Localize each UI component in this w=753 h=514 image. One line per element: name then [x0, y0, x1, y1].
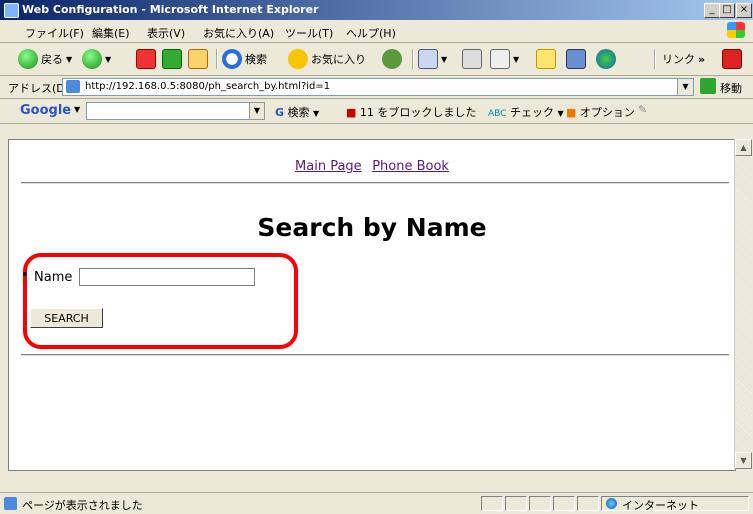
google-search-button[interactable]: G 検索 ▼	[275, 104, 319, 120]
favorites-label: お気に入り	[311, 53, 366, 66]
google-search-input[interactable]	[86, 102, 250, 120]
windows-logo-icon	[727, 22, 745, 38]
bullet: •	[21, 268, 29, 283]
refresh-button[interactable]	[162, 47, 182, 71]
menu-bar: ファイル(F) 編集(E) 表示(V) お気に入り(A) ツール(T) ヘルプ(…	[0, 20, 753, 43]
minimize-button[interactable]: _	[704, 3, 720, 18]
back-arrow-icon	[18, 49, 38, 69]
menu-edit[interactable]: 編集(E)	[92, 25, 130, 41]
go-arrow-icon[interactable]	[700, 78, 716, 94]
popup-blocker-label: 11 をブロックしました	[359, 106, 477, 119]
address-bar: アドレス(D) http://192.168.0.5:8080/ph_searc…	[0, 76, 753, 99]
status-page-icon	[4, 497, 17, 510]
google-search-label: 検索	[287, 106, 310, 119]
address-field[interactable]: http://192.168.0.5:8080/ph_search_by.htm…	[62, 78, 694, 96]
google-g-icon: G	[275, 106, 285, 119]
window-title: Web Configuration - Microsoft Internet E…	[22, 3, 319, 16]
spell-check-label: チェック	[509, 106, 554, 119]
menu-file[interactable]: ファイル(F)	[25, 25, 84, 41]
refresh-icon	[162, 49, 182, 69]
address-dropdown-icon[interactable]: ▼	[677, 79, 693, 95]
options-icon: ■	[566, 106, 577, 119]
print-icon	[462, 49, 482, 69]
history-button[interactable]	[382, 47, 402, 71]
favorites-button[interactable]: お気に入り	[288, 47, 366, 71]
mail-button[interactable]: ▼	[418, 47, 447, 71]
standard-toolbar: 戻る ▼ ▼ 検索 お気に入り ▼ ▼ リンク »	[0, 43, 753, 76]
globe-icon	[606, 498, 617, 509]
menu-help[interactable]: ヘルプ(H)	[346, 25, 396, 41]
messenger-icon	[596, 49, 616, 69]
home-button[interactable]	[188, 47, 208, 71]
name-input[interactable]	[79, 268, 255, 286]
address-label: アドレス(D)	[8, 82, 70, 95]
maximize-button[interactable]: □	[719, 3, 735, 18]
stop-button[interactable]	[136, 47, 156, 71]
window-title-bar[interactable]: Web Configuration - Microsoft Internet E…	[0, 0, 753, 20]
stop-icon	[136, 49, 156, 69]
google-logo[interactable]: Google	[20, 103, 71, 118]
menu-favorites[interactable]: お気に入り(A)	[203, 25, 274, 41]
zone-label: インターネット	[622, 499, 699, 512]
edit-button[interactable]: ▼	[490, 47, 519, 71]
highlighter-icon[interactable]: ✎	[638, 103, 647, 116]
links-label: リンク	[662, 53, 695, 66]
popup-block-icon: ■	[346, 106, 357, 119]
edit-icon	[490, 49, 510, 69]
back-button[interactable]: 戻る ▼	[18, 47, 72, 71]
name-label: Name	[34, 270, 73, 285]
discuss-button[interactable]	[536, 47, 556, 71]
options-label: オプション	[579, 106, 635, 119]
print-button[interactable]	[462, 47, 482, 71]
google-dropdown-icon[interactable]: ▼	[249, 102, 265, 120]
bottom-divider	[21, 354, 729, 356]
search-magnifier-icon	[222, 49, 242, 69]
menu-view[interactable]: 表示(V)	[147, 25, 185, 41]
search-submit-button[interactable]: SEARCH	[30, 308, 103, 328]
mail-icon	[418, 49, 438, 69]
history-icon	[382, 49, 402, 69]
page-icon	[66, 80, 80, 93]
go-button[interactable]: 移動	[720, 80, 742, 96]
search-label: 検索	[245, 53, 267, 66]
favorites-star-icon	[288, 49, 308, 69]
options-button[interactable]: ■ オプション	[566, 104, 635, 120]
abc-check-icon: ABC	[488, 109, 507, 119]
vertical-scrollbar[interactable]: ▲ ▼	[734, 139, 752, 469]
popup-blocker-button[interactable]: ■ 11 をブロックしました	[346, 104, 476, 120]
messenger-button[interactable]	[596, 47, 616, 71]
close-button[interactable]: ×	[736, 3, 752, 18]
zone-cell: インターネット	[601, 496, 749, 512]
research-button[interactable]	[566, 47, 586, 71]
forward-arrow-icon	[82, 49, 102, 69]
scroll-down-icon[interactable]: ▼	[735, 452, 752, 469]
links-toolbar[interactable]: リンク »	[662, 47, 705, 71]
menu-tools[interactable]: ツール(T)	[285, 25, 333, 41]
home-icon	[188, 49, 208, 69]
ie-page-icon	[4, 3, 19, 18]
scroll-up-icon[interactable]: ▲	[735, 139, 752, 156]
acrobat-icon	[722, 49, 742, 69]
note-icon	[536, 49, 556, 69]
nav-links: Main Page Phone Book	[9, 159, 735, 174]
search-button[interactable]: 検索	[222, 47, 267, 71]
research-icon	[566, 49, 586, 69]
acrobat-button[interactable]	[722, 47, 742, 71]
google-toolbar: Google ▼ ▼ G 検索 ▼ ■ 11 をブロックしました ABC チェッ…	[0, 99, 753, 124]
top-divider	[21, 182, 729, 184]
page-heading: Search by Name	[257, 213, 487, 242]
forward-button[interactable]: ▼	[82, 47, 111, 71]
main-page-link[interactable]: Main Page	[295, 159, 362, 174]
phone-book-link[interactable]: Phone Book	[372, 159, 449, 174]
back-label: 戻る	[41, 53, 63, 66]
page-content: Main Page Phone Book Search by Name • Na…	[8, 139, 736, 471]
chevron-icon: »	[698, 52, 706, 66]
status-text: ページが表示されました	[22, 499, 143, 512]
spell-check-button[interactable]: ABC チェック ▼	[488, 104, 564, 120]
address-url: http://192.168.0.5:8080/ph_search_by.htm…	[85, 81, 331, 92]
status-bar: ページが表示されました インターネット	[0, 492, 753, 514]
